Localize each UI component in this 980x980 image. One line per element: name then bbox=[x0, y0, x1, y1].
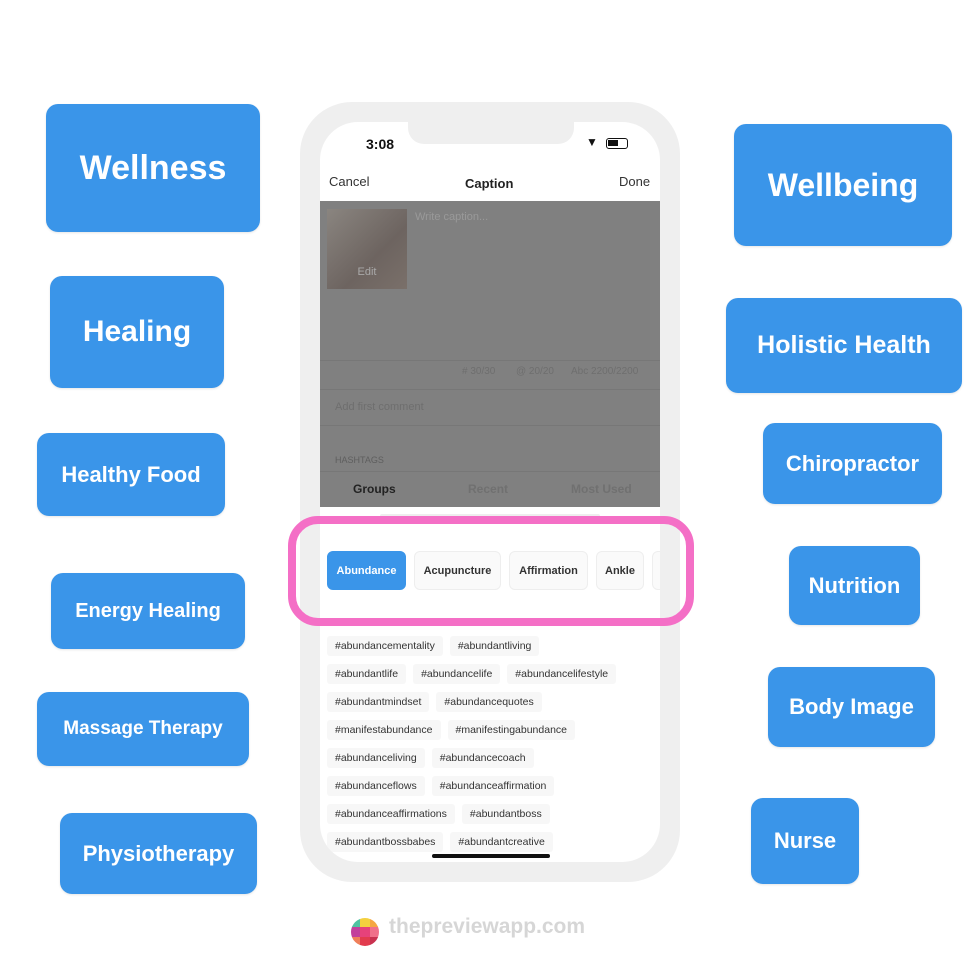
notch bbox=[408, 122, 574, 144]
hashtag-row: #abundanceflows #abundanceaffirmation bbox=[327, 776, 657, 804]
tag-nurse: Nurse bbox=[751, 798, 859, 884]
brand-text: thepreviewapp.com bbox=[389, 915, 586, 938]
tag-nutrition: Nutrition bbox=[789, 546, 920, 625]
tag-holistic-health: Holistic Health bbox=[726, 298, 962, 393]
cancel-button[interactable]: Cancel bbox=[329, 174, 369, 189]
hashtag-item[interactable]: #abundanceaffirmations bbox=[327, 804, 455, 824]
char-counter: Abc 2200/2200 bbox=[571, 366, 639, 377]
tag-physiotherapy: Physiotherapy bbox=[60, 813, 257, 894]
hashtag-item[interactable]: #abundantlife bbox=[327, 664, 407, 684]
tag-body-image: Body Image bbox=[768, 667, 935, 747]
brand-logo-icon bbox=[351, 918, 379, 946]
hashtag-item[interactable]: #abundanceliving bbox=[327, 748, 425, 768]
edit-label[interactable]: Edit bbox=[327, 266, 407, 278]
tag-wellbeing: Wellbeing bbox=[734, 124, 952, 246]
hashtag-item[interactable]: #manifestabundance bbox=[327, 720, 441, 740]
hashtag-counter: # 30/30 bbox=[462, 366, 496, 377]
status-time: 3:08 bbox=[366, 136, 395, 152]
phone-frame: 3:08 ▼ Cancel Caption Done Edit Write ca… bbox=[300, 102, 680, 882]
tag-wellness: Wellness bbox=[46, 104, 260, 232]
hashtag-item[interactable]: #abundantcreative bbox=[450, 832, 553, 852]
hashtag-row: #manifestabundance #manifestingabundance bbox=[327, 720, 657, 748]
hashtag-item[interactable]: #abundancelifestyle bbox=[507, 664, 617, 684]
tag-massage-therapy: Massage Therapy bbox=[37, 692, 249, 766]
caption-input[interactable]: Write caption... bbox=[415, 211, 488, 223]
tab-recent[interactable]: Recent bbox=[468, 482, 508, 496]
hashtag-item[interactable]: #abundancecoach bbox=[431, 748, 534, 768]
hashtag-row: #abundantlife #abundancelife #abundancelif… bbox=[327, 664, 657, 692]
hashtag-item[interactable]: #abundantmindset bbox=[327, 692, 430, 712]
hashtag-row: #abundanceliving #abundancecoach bbox=[327, 748, 657, 776]
hashtag-list: #abundancementality #abundantliving #abund… bbox=[327, 636, 657, 860]
hashtag-item[interactable]: #abundanceflows bbox=[327, 776, 425, 796]
highlight-frame bbox=[288, 516, 694, 626]
hashtag-item[interactable]: #abundantboss bbox=[461, 804, 550, 824]
hashtag-item[interactable]: #abundantbossbabes bbox=[327, 832, 444, 852]
hashtag-row: #abundancementality #abundantliving bbox=[327, 636, 657, 664]
hashtags-label: HASHTAGS bbox=[335, 455, 384, 465]
hashtag-item[interactable]: #abundancelife bbox=[413, 664, 501, 684]
wifi-icon: ▼ bbox=[586, 135, 598, 149]
tag-healing: Healing bbox=[50, 276, 224, 388]
hashtag-row: #abundanceaffirmations #abundantboss bbox=[327, 804, 657, 832]
dimmed-overlay: Edit Write caption... # 30/30 @ 20/20 Ab… bbox=[320, 201, 660, 507]
tag-healthy-food: Healthy Food bbox=[37, 433, 225, 516]
battery-icon bbox=[606, 138, 628, 149]
hashtag-item[interactable]: #abundanceaffirmation bbox=[431, 776, 555, 796]
tab-most-used[interactable]: Most Used bbox=[571, 482, 632, 496]
page-title: Caption bbox=[465, 176, 514, 191]
tab-groups[interactable]: Groups bbox=[353, 482, 396, 496]
hashtag-item[interactable]: #manifestingabundance bbox=[447, 720, 576, 740]
hashtag-row: #abundantmindset #abundancequotes bbox=[327, 692, 657, 720]
phone-screen: 3:08 ▼ Cancel Caption Done Edit Write ca… bbox=[320, 122, 660, 862]
hashtag-item[interactable]: #abundancementality bbox=[327, 636, 443, 656]
tag-chiropractor: Chiropractor bbox=[763, 423, 942, 504]
home-indicator[interactable] bbox=[432, 854, 550, 858]
post-thumbnail[interactable]: Edit bbox=[327, 209, 407, 289]
comment-input[interactable]: Add first comment bbox=[335, 401, 424, 413]
tag-energy-healing: Energy Healing bbox=[51, 573, 245, 649]
done-button[interactable]: Done bbox=[619, 174, 650, 189]
hashtag-item[interactable]: #abundantliving bbox=[449, 636, 540, 656]
mention-counter: @ 20/20 bbox=[516, 366, 554, 377]
hashtag-item[interactable]: #abundancequotes bbox=[436, 692, 542, 712]
